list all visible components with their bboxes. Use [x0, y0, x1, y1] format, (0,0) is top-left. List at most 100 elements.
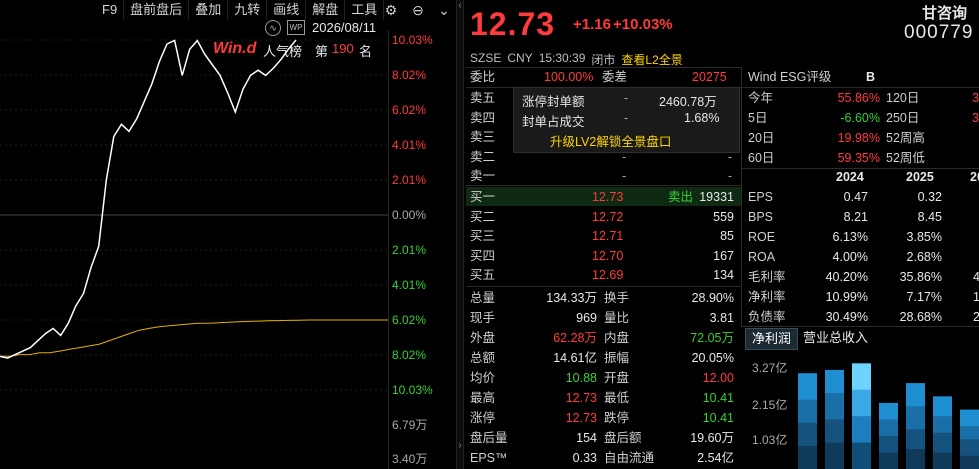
- stat-label: 跌停: [604, 411, 630, 425]
- stat-label: 振幅: [604, 351, 630, 365]
- buy-row[interactable]: 买五 12.69 134: [470, 265, 740, 285]
- toolbar-analysis[interactable]: 解盘: [306, 0, 346, 20]
- panel-splitter[interactable]: [456, 0, 464, 469]
- axis-label: 8.02%: [392, 348, 427, 362]
- profit-bar[interactable]: [852, 442, 871, 469]
- fin-label: 毛利率: [748, 270, 786, 284]
- stat-row: 总额 14.61亿 振幅 20.05%: [470, 348, 740, 368]
- fin-value: 0.47: [843, 190, 868, 204]
- axis-label: 10.03%: [392, 383, 433, 397]
- stat-label: 盘后额: [604, 431, 642, 445]
- fin-year: 2024: [836, 170, 864, 184]
- perf-label: 250日: [886, 111, 920, 125]
- toolbar-overlay[interactable]: 叠加: [189, 0, 229, 20]
- deal-dash: -: [624, 111, 629, 125]
- fin-label: BPS: [748, 210, 774, 224]
- deal-label: 封单占成交: [522, 115, 585, 129]
- buy-row[interactable]: 买二 12.72 559: [470, 207, 740, 227]
- stat-row: 现手 969 量比 3.81: [470, 308, 740, 328]
- toolbar-f9[interactable]: F9: [96, 0, 125, 20]
- fin-row: 净利率 10.99% 7.17% 1: [748, 287, 979, 307]
- quote-time: 15:30:39: [538, 51, 586, 65]
- toolbar-premarket[interactable]: 盘前盘后: [124, 0, 190, 20]
- stat-label: 现手: [470, 311, 496, 325]
- stock-code: 000779: [904, 22, 974, 43]
- sell-price: -: [622, 169, 627, 183]
- fin-value: 10.99%: [825, 290, 868, 304]
- quote-info-line: SZSE CNY 15:30:39 闭市 查看L2全景: [470, 51, 683, 68]
- expand-icon[interactable]: ⌄: [436, 2, 452, 18]
- toolbar-tools[interactable]: 工具: [345, 0, 385, 20]
- perf-label: 5日: [748, 111, 768, 125]
- stat-row: 外盘 62.28万 内盘 72.05万: [470, 328, 740, 348]
- fin-value: 8.45: [917, 210, 942, 224]
- buy-label: 买四: [470, 248, 496, 263]
- stat-label: 量比: [604, 311, 630, 325]
- buy-label: 买五: [470, 268, 496, 282]
- fin-label: 负债率: [748, 310, 786, 324]
- perf-value: -6.60%: [840, 111, 880, 125]
- buy-vol: 19331: [699, 190, 734, 204]
- minimize-icon[interactable]: ⊖: [410, 2, 426, 18]
- axis-divider: [388, 30, 389, 469]
- fin-label: 净利率: [748, 290, 786, 304]
- collapse-icon[interactable]: ‹: [456, 0, 464, 11]
- profit-bar[interactable]: [879, 452, 898, 469]
- perf-value: 3: [972, 111, 979, 125]
- axis-label: 6.02%: [392, 313, 427, 327]
- stat-value: 0.33: [572, 451, 597, 465]
- stat-value: 12.73: [565, 391, 597, 405]
- profit-bar[interactable]: [906, 449, 925, 469]
- stat-label: 开盘: [604, 371, 630, 385]
- stock-name: 甘咨询: [922, 5, 968, 22]
- stat-value: 154: [576, 431, 597, 445]
- fin-row: BPS 8.21 8.45: [748, 207, 979, 227]
- profit-bar[interactable]: [798, 445, 817, 469]
- collapse-icon[interactable]: ›: [456, 440, 464, 451]
- perf-value: 19.98%: [837, 131, 880, 145]
- stat-row: EPS™ 0.33 自由流通 2.54亿: [470, 448, 740, 468]
- volume-axis-label: 3.40万: [392, 452, 428, 466]
- l2-link[interactable]: 查看L2全景: [621, 51, 682, 68]
- order-ratio-row: 委比 100.00% 委差 20275: [470, 67, 740, 87]
- axis-label: 4.01%: [392, 278, 427, 292]
- fin-value: 30.49%: [825, 310, 868, 324]
- buy-price: 12.72: [592, 209, 624, 224]
- toolbar-nine-turn[interactable]: 九转: [228, 0, 268, 20]
- perf-value: 55.86%: [837, 91, 880, 105]
- tab-net-profit[interactable]: 净利润: [745, 328, 799, 350]
- upgrade-link[interactable]: 升级LV2解锁全景盘口: [550, 131, 671, 150]
- profit-bar[interactable]: [825, 442, 844, 469]
- axis-label: 4.01%: [392, 138, 427, 152]
- fin-value: 3.85%: [906, 230, 942, 244]
- average-price-line: [0, 319, 388, 357]
- fin-value: 8.21: [843, 210, 868, 224]
- profit-bar[interactable]: [960, 455, 979, 469]
- buy-row[interactable]: 买四 12.70 167: [470, 246, 740, 266]
- stat-label: 盘后量: [470, 431, 508, 445]
- stat-value: 20.05%: [691, 351, 734, 365]
- buy-vol: 85: [720, 229, 734, 243]
- stat-label: 最高: [470, 391, 496, 405]
- buy-price: 12.73: [592, 190, 624, 204]
- stat-value: 14.61亿: [553, 351, 597, 365]
- buy-tag: 卖出: [668, 190, 694, 204]
- fin-row: ROA 4.00% 2.68%: [748, 247, 979, 267]
- buy-row[interactable]: 买三 12.71 85: [470, 226, 740, 246]
- intraday-chart[interactable]: [0, 30, 388, 469]
- fin-label: ROA: [748, 250, 776, 264]
- buy-row[interactable]: 买一 12.73 卖出 19331: [470, 187, 740, 207]
- tab-revenue[interactable]: 营业总收入: [797, 328, 874, 348]
- stat-label: EPS™: [470, 451, 508, 465]
- profit-bar[interactable]: [933, 452, 952, 469]
- stat-value: 28.90%: [691, 291, 734, 305]
- settings-icon[interactable]: ⚙: [383, 2, 399, 18]
- stat-row: 盘后量 154 盘后额 19.60万: [470, 428, 740, 448]
- buy-label: 买二: [470, 209, 496, 224]
- stat-value: 134.33万: [546, 291, 597, 305]
- fin-row: EPS 0.47 0.32: [748, 187, 979, 207]
- toolbar-draw-line[interactable]: 画线: [267, 0, 307, 20]
- stat-row: 均价 10.88 开盘 12.00: [470, 368, 740, 388]
- sell-row[interactable]: 卖一 - -: [470, 166, 740, 186]
- deal-value: 1.68%: [684, 111, 720, 125]
